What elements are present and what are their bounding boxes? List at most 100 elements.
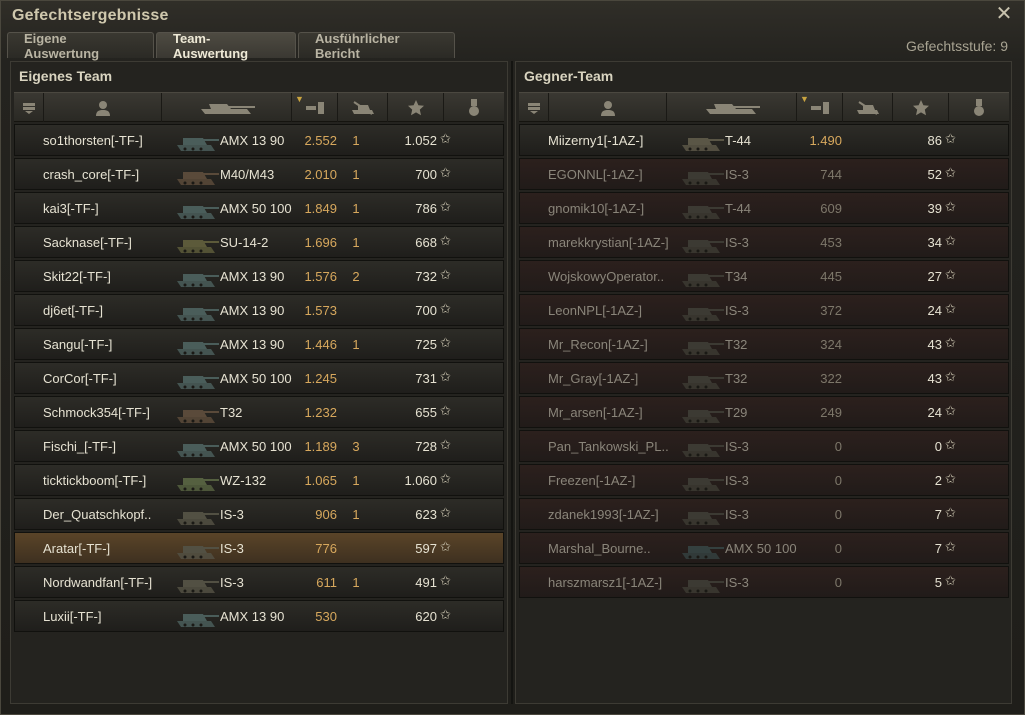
xp-value: 623: [415, 507, 437, 522]
vehicle-name: T29: [725, 405, 748, 420]
tank-icon: [680, 535, 726, 563]
player-row[interactable]: EGONNL[-1AZ-] IS-3 744 52 ✩: [519, 158, 1009, 190]
player-name: Mr_Recon[-1AZ-]: [548, 337, 648, 352]
damage-value: 445: [820, 269, 842, 284]
player-row[interactable]: Marshal_Bourne.. AMX 50 100 0 7 ✩: [519, 532, 1009, 564]
vehicle-name: IS-3: [725, 303, 749, 318]
player-row[interactable]: Freezen[-1AZ-] IS-3 0 2 ✩: [519, 464, 1009, 496]
tank-icon: [680, 127, 726, 155]
damage-value: 453: [820, 235, 842, 250]
player-row[interactable]: Fischi_[-TF-] AMX 50 100 1.189 3 728 ✩: [14, 430, 504, 462]
player-row[interactable]: harszmarsz1[-1AZ-] IS-3 0 5 ✩: [519, 566, 1009, 598]
damage-value: 0: [834, 507, 842, 522]
xp-icon[interactable]: [388, 93, 444, 122]
vehicle-name: IS-3: [725, 575, 749, 590]
xp-value: 731: [415, 371, 437, 386]
player-name: Miizerny1[-1AZ-]: [548, 133, 644, 148]
player-row[interactable]: Der_Quatschkopf.. IS-3 906 1 623 ✩: [14, 498, 504, 530]
star-icon: ✩: [440, 233, 451, 248]
star-icon: ✩: [945, 267, 956, 282]
xp-value: 39: [927, 201, 942, 216]
xp-value: 7: [934, 541, 942, 556]
xp-value: 1.060: [404, 473, 437, 488]
tank-icon: [680, 433, 726, 461]
player-row[interactable]: Schmock354[-TF-] T32 1.232 655 ✩: [14, 396, 504, 428]
player-row[interactable]: Pan_Tankowski_PL.. IS-3 0 0 ✩: [519, 430, 1009, 462]
vehicle-name: AMX 50 100: [220, 201, 292, 216]
squad-icon[interactable]: [14, 93, 44, 122]
xp-icon[interactable]: [893, 93, 949, 122]
player-row[interactable]: zdanek1993[-1AZ-] IS-3 0 7 ✩: [519, 498, 1009, 530]
player-name: Freezen[-1AZ-]: [548, 473, 636, 488]
player-row[interactable]: Mr_arsen[-1AZ-] T29 249 24 ✩: [519, 396, 1009, 428]
player-row[interactable]: Sacknase[-TF-] SU-14-2 1.696 1 668 ✩: [14, 226, 504, 258]
medal-icon[interactable]: [949, 93, 1009, 122]
star-icon: ✩: [945, 199, 956, 214]
player-row[interactable]: Skit22[-TF-] AMX 13 90 1.576 2 732 ✩: [14, 260, 504, 292]
player-row[interactable]: Miizerny1[-1AZ-] T-44 1.490 86 ✩: [519, 124, 1009, 156]
tank-icon: [175, 297, 221, 325]
vehicle-name: T34: [725, 269, 748, 284]
star-icon: ✩: [945, 131, 956, 146]
xp-value: 786: [415, 201, 437, 216]
sort-arrow-icon: ▼: [295, 94, 304, 104]
player-row[interactable]: Luxii[-TF-] AMX 13 90 530 620 ✩: [14, 600, 504, 632]
player-icon[interactable]: [549, 93, 667, 122]
damage-value: 906: [315, 507, 337, 522]
tank-icon: [175, 467, 221, 495]
player-row[interactable]: LeonNPL[-1AZ-] IS-3 372 24 ✩: [519, 294, 1009, 326]
player-row[interactable]: crash_core[-TF-] M40/M43 2.010 1 700 ✩: [14, 158, 504, 190]
tank-icon: [680, 331, 726, 359]
tab-detailed-report[interactable]: Ausführlicher Bericht: [298, 31, 455, 61]
star-icon: ✩: [440, 131, 451, 146]
title-bar: Gefechtsergebnisse ✕: [1, 1, 1024, 31]
player-row[interactable]: Nordwandfan[-TF-] IS-3 611 1 491 ✩: [14, 566, 504, 598]
player-icon[interactable]: [44, 93, 162, 122]
battle-tier-label: Gefechtsstufe: 9: [906, 38, 1008, 54]
kills-value: 1: [352, 507, 360, 522]
player-row[interactable]: dj6et[-TF-] AMX 13 90 1.573 700 ✩: [14, 294, 504, 326]
enemy-team-list: Miizerny1[-1AZ-] T-44 1.490 86 ✩ EGONNL[-1AZ-…: [519, 124, 1009, 600]
player-name: Sacknase[-TF-]: [43, 235, 132, 250]
star-icon: ✩: [945, 403, 956, 418]
xp-value: 52: [927, 167, 942, 182]
tab-own-evaluation[interactable]: Eigene Auswertung: [7, 31, 154, 61]
vehicle-name: IS-3: [725, 235, 749, 250]
player-row[interactable]: gnomik10[-1AZ-] T-44 609 39 ✩: [519, 192, 1009, 224]
kills-icon[interactable]: [843, 93, 893, 122]
vehicle-name: AMX 13 90: [220, 337, 285, 352]
damage-icon[interactable]: ▼: [797, 93, 843, 122]
xp-value: 5: [934, 575, 942, 590]
damage-value: 372: [820, 303, 842, 318]
player-row[interactable]: CorCor[-TF-] AMX 50 100 1.245 731 ✩: [14, 362, 504, 394]
player-name: Der_Quatschkopf..: [43, 507, 152, 522]
tab-team-evaluation[interactable]: Team-Auswertung: [156, 31, 296, 61]
player-row[interactable]: Sangu[-TF-] AMX 13 90 1.446 1 725 ✩: [14, 328, 504, 360]
kills-icon[interactable]: [338, 93, 388, 122]
player-row[interactable]: ticktickboom[-TF-] WZ-132 1.065 1 1.060 ✩: [14, 464, 504, 496]
player-name: Aratar[-TF-]: [43, 541, 111, 556]
tank-icon[interactable]: [162, 93, 292, 122]
player-row[interactable]: kai3[-TF-] AMX 50 100 1.849 1 786 ✩: [14, 192, 504, 224]
vehicle-name: T32: [725, 371, 748, 386]
squad-icon[interactable]: [519, 93, 549, 122]
player-row[interactable]: Mr_Recon[-1AZ-] T32 324 43 ✩: [519, 328, 1009, 360]
star-icon: ✩: [440, 505, 451, 520]
player-name: kai3[-TF-]: [43, 201, 99, 216]
player-row[interactable]: Mr_Gray[-1AZ-] T32 322 43 ✩: [519, 362, 1009, 394]
tank-icon[interactable]: [667, 93, 797, 122]
player-row[interactable]: WojskowyOperator.. T34 445 27 ✩: [519, 260, 1009, 292]
player-row[interactable]: so1thorsten[-TF-] AMX 13 90 2.552 1 1.052 ✩: [14, 124, 504, 156]
damage-value: 1.490: [809, 133, 842, 148]
player-row[interactable]: marekkrystian[-1AZ-] IS-3 453 34 ✩: [519, 226, 1009, 258]
tank-icon: [680, 467, 726, 495]
damage-icon[interactable]: ▼: [292, 93, 338, 122]
player-row[interactable]: Aratar[-TF-] IS-3 776 597 ✩: [14, 532, 504, 564]
close-icon[interactable]: ✕: [994, 4, 1014, 24]
medal-icon[interactable]: [444, 93, 504, 122]
tank-icon: [175, 229, 221, 257]
tank-icon: [175, 569, 221, 597]
damage-value: 744: [820, 167, 842, 182]
xp-value: 700: [415, 303, 437, 318]
kills-value: 1: [352, 575, 360, 590]
